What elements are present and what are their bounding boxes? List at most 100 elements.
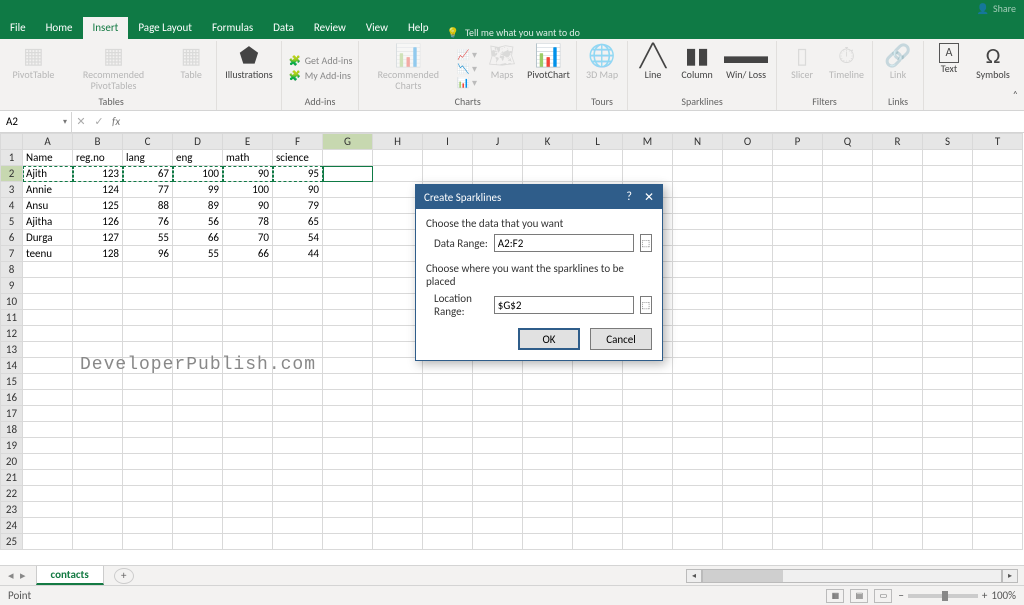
cell[interactable] — [173, 406, 223, 422]
cell[interactable]: 77 — [123, 182, 173, 198]
cell[interactable] — [223, 518, 273, 534]
row-header[interactable]: 15 — [1, 374, 23, 390]
cell[interactable] — [623, 518, 673, 534]
cell[interactable] — [823, 294, 873, 310]
row-header[interactable]: 24 — [1, 518, 23, 534]
cell[interactable] — [473, 390, 523, 406]
cell[interactable] — [223, 294, 273, 310]
cell[interactable] — [23, 374, 73, 390]
cell[interactable] — [973, 470, 1023, 486]
cell[interactable]: 56 — [173, 214, 223, 230]
cell[interactable] — [973, 422, 1023, 438]
row-header[interactable]: 10 — [1, 294, 23, 310]
cell[interactable] — [73, 518, 123, 534]
cell[interactable]: 66 — [173, 230, 223, 246]
cell[interactable] — [923, 262, 973, 278]
cell[interactable] — [123, 470, 173, 486]
column-header[interactable]: D — [173, 134, 223, 150]
cell[interactable] — [123, 310, 173, 326]
cell[interactable] — [323, 262, 373, 278]
cell[interactable] — [573, 438, 623, 454]
cell[interactable] — [923, 150, 973, 166]
cell[interactable] — [873, 182, 923, 198]
cell[interactable] — [73, 262, 123, 278]
cell[interactable]: 70 — [223, 230, 273, 246]
cell[interactable] — [723, 422, 773, 438]
cell[interactable] — [923, 534, 973, 550]
column-header[interactable]: T — [973, 134, 1023, 150]
tab-data[interactable]: Data — [263, 17, 304, 39]
my-addins-button[interactable]: 🧩My Add-ins — [288, 69, 351, 83]
cell[interactable] — [573, 166, 623, 182]
cell[interactable] — [123, 262, 173, 278]
cell[interactable] — [673, 262, 723, 278]
column-header[interactable]: Q — [823, 134, 873, 150]
cell[interactable] — [623, 166, 673, 182]
cell[interactable] — [973, 438, 1023, 454]
cell[interactable] — [273, 534, 323, 550]
cell[interactable]: 79 — [273, 198, 323, 214]
cell[interactable]: 95 — [273, 166, 323, 182]
cell[interactable]: 100 — [223, 182, 273, 198]
cell[interactable] — [223, 390, 273, 406]
cell[interactable] — [23, 342, 73, 358]
cell[interactable] — [523, 150, 573, 166]
cell[interactable] — [773, 214, 823, 230]
cell[interactable] — [923, 326, 973, 342]
cell[interactable]: 55 — [173, 246, 223, 262]
row-header[interactable]: 25 — [1, 534, 23, 550]
get-addins-button[interactable]: 🧩Get Add-ins — [288, 54, 353, 68]
cell[interactable] — [873, 486, 923, 502]
cell[interactable] — [323, 406, 373, 422]
cell[interactable] — [223, 406, 273, 422]
cell[interactable] — [323, 534, 373, 550]
cell[interactable] — [923, 390, 973, 406]
cell[interactable] — [773, 310, 823, 326]
cell[interactable] — [173, 486, 223, 502]
table-button[interactable]: ▦Table — [172, 41, 210, 80]
cell[interactable] — [223, 438, 273, 454]
new-sheet-button[interactable]: + — [114, 568, 134, 584]
cell[interactable] — [723, 358, 773, 374]
cell[interactable] — [623, 534, 673, 550]
cell[interactable]: 128 — [73, 246, 123, 262]
cell[interactable] — [223, 486, 273, 502]
cell[interactable] — [473, 374, 523, 390]
cell[interactable] — [923, 294, 973, 310]
cell[interactable] — [373, 454, 423, 470]
cell[interactable] — [323, 230, 373, 246]
cell[interactable] — [273, 422, 323, 438]
cell[interactable] — [973, 374, 1023, 390]
cell[interactable] — [223, 454, 273, 470]
column-header[interactable]: M — [623, 134, 673, 150]
data-range-input[interactable] — [494, 234, 634, 252]
cell[interactable] — [223, 422, 273, 438]
cell[interactable] — [823, 278, 873, 294]
cell[interactable] — [223, 374, 273, 390]
timeline-button[interactable]: ⏱Timeline — [827, 41, 866, 80]
cell[interactable] — [673, 534, 723, 550]
cell[interactable] — [773, 470, 823, 486]
cell[interactable] — [173, 326, 223, 342]
cell[interactable] — [323, 326, 373, 342]
cell[interactable] — [873, 214, 923, 230]
tab-view[interactable]: View — [356, 17, 398, 39]
cell[interactable] — [173, 534, 223, 550]
cell[interactable] — [323, 422, 373, 438]
cell[interactable] — [373, 166, 423, 182]
cell[interactable] — [373, 422, 423, 438]
cell[interactable] — [823, 486, 873, 502]
collapse-ribbon-icon[interactable]: ˄ — [1007, 86, 1024, 103]
cell[interactable] — [323, 246, 373, 262]
cell[interactable] — [723, 262, 773, 278]
cell[interactable] — [323, 374, 373, 390]
cell[interactable] — [823, 406, 873, 422]
cell[interactable] — [473, 454, 523, 470]
column-header[interactable]: R — [873, 134, 923, 150]
cell[interactable] — [973, 454, 1023, 470]
cell[interactable] — [973, 390, 1023, 406]
cell[interactable]: 125 — [73, 198, 123, 214]
cell[interactable] — [673, 406, 723, 422]
cell[interactable] — [323, 182, 373, 198]
cell[interactable] — [873, 198, 923, 214]
